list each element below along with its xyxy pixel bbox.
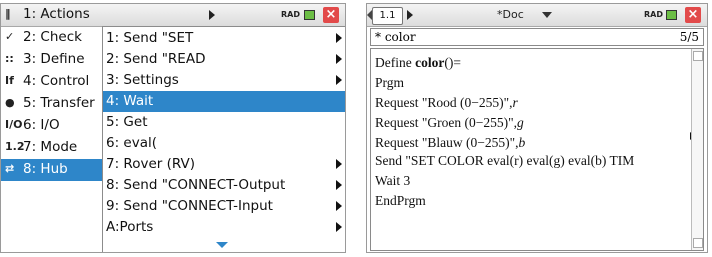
menu-item-label: 1: Actions <box>23 6 90 22</box>
menu-item-label: 8: Hub <box>23 161 68 177</box>
code-text: Request "Groen (0−255)", <box>375 115 517 130</box>
code-line-6[interactable]: Send "SET COLOR eval(r) eval(g) eval(b) … <box>375 153 691 169</box>
submenu-item-label: 7: Rover (RV) <box>106 156 196 172</box>
submenu-arrow-icon <box>336 222 342 232</box>
menu-item-label: 4: Control <box>23 73 90 89</box>
code-text: ()= <box>444 55 461 70</box>
submenu-item-label: 6: eval( <box>106 135 158 151</box>
menu-item-actions[interactable]: ‖ 1: Actions <box>1 4 107 27</box>
battery-icon <box>304 10 315 20</box>
angle-mode-label: RAD <box>644 10 663 19</box>
submenu-item-label: A:Ports <box>106 219 154 235</box>
code-text: Request "Rood (0−255)", <box>375 95 513 110</box>
tab-right-arrow-icon[interactable] <box>209 10 215 20</box>
submenu-item-connect-input[interactable]: 9: Send "CONNECT-Input <box>103 196 345 217</box>
vertical-scrollbar[interactable] <box>691 49 703 250</box>
submenu-arrow-icon <box>336 180 342 190</box>
close-icon[interactable]: × <box>323 7 339 23</box>
menu-item-label: 7: Mode <box>23 139 78 155</box>
submenu-arrow-icon <box>336 75 342 85</box>
menu-item-define[interactable]: :: 3: Define <box>1 49 107 71</box>
code-variable: g <box>516 115 524 130</box>
submenu-arrow-icon <box>336 33 342 43</box>
scroll-up-icon[interactable] <box>693 51 703 61</box>
code-keyword: Define <box>375 55 416 70</box>
program-name: * color <box>375 30 416 44</box>
submenu-arrow-icon <box>336 201 342 211</box>
menu-item-label: 3: Define <box>23 51 85 67</box>
submenu-item-send-set[interactable]: 1: Send "SET <box>103 28 345 49</box>
menu-item-mode[interactable]: 1.2 7: Mode <box>1 137 107 159</box>
tab-right-arrow-icon[interactable] <box>407 10 413 20</box>
code-line-8[interactable]: EndPrgm <box>375 193 426 209</box>
transfer-icon: ● <box>5 96 15 109</box>
program-name-bold: color <box>415 55 445 70</box>
code-line-2[interactable]: Prgm <box>375 75 404 91</box>
submenu-item-settings[interactable]: 3: Settings <box>103 70 345 91</box>
submenu-item-label: 2: Send "READ <box>106 51 206 67</box>
angle-mode-label: RAD <box>281 10 300 19</box>
close-icon[interactable]: × <box>685 7 701 23</box>
submenu-item-label: 3: Settings <box>106 72 179 88</box>
submenu-item-ports[interactable]: A:Ports <box>103 217 345 238</box>
code-line-7[interactable]: Wait 3 <box>375 173 410 189</box>
menu-item-transfer[interactable]: ● 5: Transfer <box>1 93 107 115</box>
submenu-item-label: 5: Get <box>106 114 148 130</box>
submenu-item-wait[interactable]: 4: Wait <box>103 91 345 112</box>
menu-item-io[interactable]: I/O 6: I/O <box>1 115 107 137</box>
submenu-item-label: 1: Send "SET <box>106 30 194 46</box>
left-calculator-screen: RAD × ‖ 1: Actions ✓ 2: Check :: 3: Defi… <box>0 3 346 253</box>
battery-icon <box>666 10 677 20</box>
control-icon: If <box>5 74 14 87</box>
submenu-item-send-read[interactable]: 2: Send "READ <box>103 49 345 70</box>
submenu-item-label: 4: Wait <box>106 93 154 109</box>
document-title: *Doc <box>497 8 524 21</box>
submenu-arrow-icon <box>336 54 342 64</box>
menu-item-hub[interactable]: ⇄ 8: Hub <box>1 159 107 181</box>
submenu-item-label: 8: Send "CONNECT-Output <box>106 177 286 193</box>
program-editor[interactable]: Define color()= Prgm Request "Rood (0−25… <box>370 48 704 251</box>
code-variable: r <box>512 95 518 110</box>
scroll-down-icon[interactable] <box>693 238 703 248</box>
code-variable: b <box>518 135 526 150</box>
code-line-3[interactable]: Request "Rood (0−255)",r <box>375 95 518 111</box>
line-counter: 5/5 <box>679 30 699 44</box>
submenu-item-connect-output[interactable]: 8: Send "CONNECT-Output <box>103 175 345 196</box>
code-line-5[interactable]: Request "Blauw (0−255)",b <box>375 135 525 151</box>
code-line-1[interactable]: Define color()= <box>375 55 461 71</box>
right-status-bar: 1.1 *Doc RAD × <box>367 4 707 27</box>
submenu-item-get[interactable]: 5: Get <box>103 112 345 133</box>
code-text: Request "Blauw (0−255)", <box>375 135 519 150</box>
submenu-item-eval[interactable]: 6: eval( <box>103 133 345 154</box>
main-menu: ‖ 1: Actions ✓ 2: Check :: 3: Define If … <box>1 4 107 252</box>
menu-item-label: 2: Check <box>23 29 82 45</box>
io-icon: I/O <box>5 118 23 131</box>
hub-submenu: 1: Send "SET 2: Send "READ 3: Settings 4… <box>102 26 345 252</box>
submenu-item-label: 9: Send "CONNECT-Input <box>106 198 273 214</box>
define-icon: :: <box>5 52 14 65</box>
check-icon: ✓ <box>5 30 15 43</box>
scroll-down-icon[interactable] <box>216 242 228 248</box>
submenu-arrow-icon <box>336 159 342 169</box>
program-editor-header: * color 5/5 <box>370 28 704 46</box>
right-calculator-screen: 1.1 *Doc RAD × * color 5/5 Define color(… <box>366 3 708 253</box>
document-menu-chevron-icon[interactable] <box>542 12 552 18</box>
menu-item-label: 5: Transfer <box>23 95 95 111</box>
hub-icon: ⇄ <box>5 162 15 175</box>
mode-icon: 1.2 <box>5 140 25 153</box>
menu-item-control[interactable]: If 4: Control <box>1 71 107 93</box>
menu-item-label: 6: I/O <box>23 117 60 133</box>
code-line-4[interactable]: Request "Groen (0−255)",g <box>375 115 524 131</box>
submenu-item-rover[interactable]: 7: Rover (RV) <box>103 154 345 175</box>
menu-item-check[interactable]: ✓ 2: Check <box>1 27 107 49</box>
actions-icon: ‖ <box>5 7 11 20</box>
tab-page[interactable]: 1.1 <box>372 7 403 25</box>
